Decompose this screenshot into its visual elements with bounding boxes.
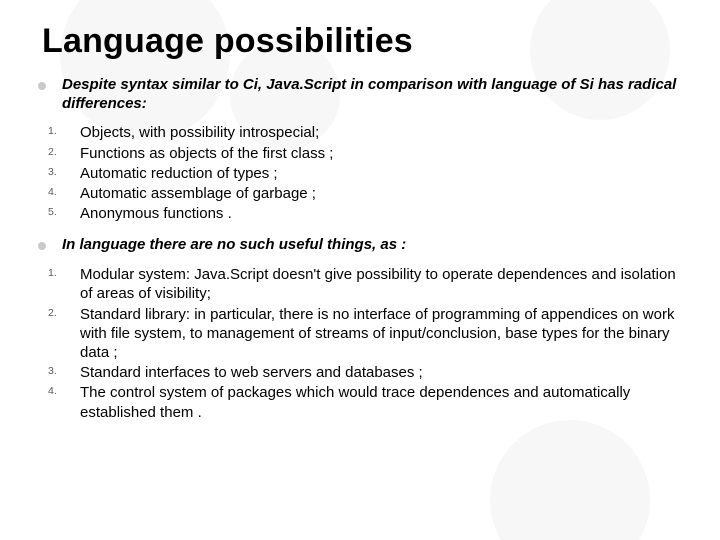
list-item: Anonymous functions . [66,204,682,223]
list-item: Standard library: in particular, there i… [66,305,682,363]
list-item: Functions as objects of the first class … [66,144,682,163]
bullet-icon [38,235,62,255]
bullet-icon [38,75,62,113]
intro-block: Despite syntax similar to Ci, Java.Scrip… [38,75,682,113]
list-item: Automatic assemblage of garbage ; [66,184,682,203]
list-item: Objects, with possibility introspecial; [66,123,682,142]
list-item: Modular system: Java.Script doesn't give… [66,265,682,303]
mid-text: In language there are no such useful thi… [62,235,682,255]
mid-block: In language there are no such useful thi… [38,235,682,255]
list-item: Automatic reduction of types ; [66,164,682,183]
slide-title: Language possibilities [42,22,682,61]
slide: Language possibilities Despite syntax si… [0,0,720,540]
differences-list: Objects, with possibility introspecial; … [38,123,682,223]
list-item: Standard interfaces to web servers and d… [66,363,682,382]
list-item: The control system of packages which wou… [66,383,682,421]
missing-list: Modular system: Java.Script doesn't give… [38,265,682,422]
intro-text: Despite syntax similar to Ci, Java.Scrip… [62,75,682,113]
